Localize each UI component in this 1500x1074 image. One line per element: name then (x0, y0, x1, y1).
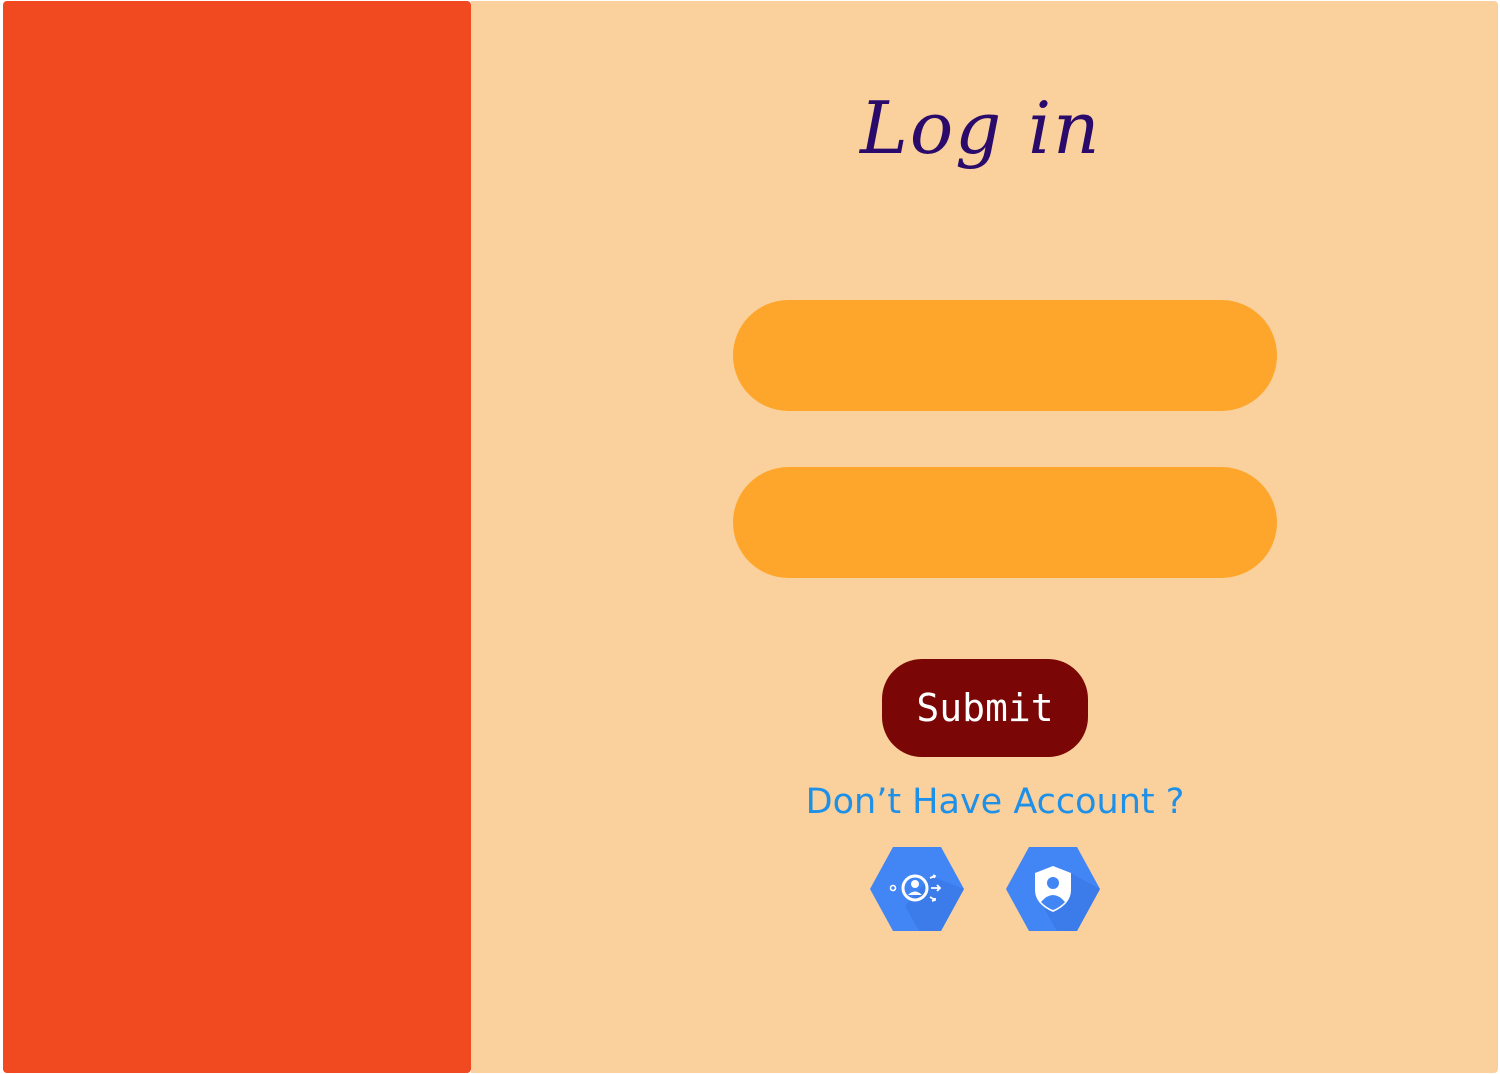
identity-transfer-icon[interactable] (869, 846, 965, 932)
submit-button[interactable]: Submit (882, 659, 1088, 757)
email-field[interactable] (733, 300, 1277, 411)
password-field[interactable] (733, 467, 1277, 578)
signup-link[interactable]: Don’t Have Account ? (800, 778, 1190, 826)
login-page: Log in Submit Don’t Have Account ? (0, 0, 1500, 1074)
left-decorative-panel (3, 1, 471, 1073)
page-title: Log in (860, 86, 1102, 170)
identity-shield-icon[interactable] (1005, 846, 1101, 932)
